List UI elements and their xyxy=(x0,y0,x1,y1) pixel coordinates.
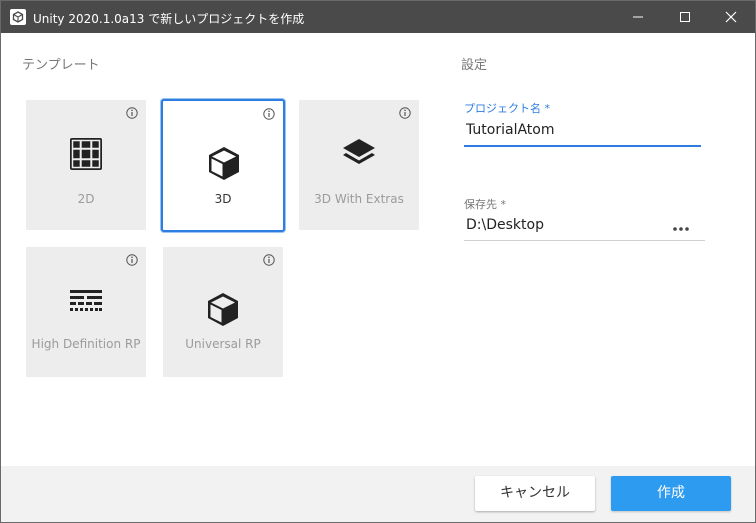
template-label: High Definition RP xyxy=(31,337,141,351)
template-label: 3D With Extras xyxy=(314,192,404,206)
layers-icon xyxy=(343,139,375,164)
create-button[interactable]: 作成 xyxy=(611,476,731,511)
location-label: 保存先 * xyxy=(464,198,506,211)
minimize-button[interactable] xyxy=(615,1,661,33)
template-label: Universal RP xyxy=(185,337,261,351)
location-value: D:\Desktop xyxy=(466,217,544,233)
grid-icon xyxy=(70,138,102,170)
settings-heading: 設定 xyxy=(461,58,488,73)
info-icon[interactable] xyxy=(126,254,138,266)
close-button[interactable] xyxy=(708,1,754,33)
create-project-window: Unity 2020.1.0a13 で新しいプロジェクトを作成 テンプレート 設… xyxy=(0,0,756,523)
cube-icon xyxy=(208,293,238,326)
template-card-3d-with-extras[interactable]: 3D With Extras xyxy=(299,100,419,230)
templates-heading: テンプレート xyxy=(22,58,100,73)
maximize-icon xyxy=(680,12,690,22)
project-name-label: プロジェクト名 * xyxy=(464,102,550,115)
template-card-3d[interactable]: 3D xyxy=(161,99,285,232)
hdrp-lines-icon xyxy=(70,290,102,311)
project-name-input[interactable]: TutorialAtom xyxy=(464,122,701,147)
info-icon[interactable] xyxy=(263,108,275,120)
title-bar[interactable]: Unity 2020.1.0a13 で新しいプロジェクトを作成 xyxy=(1,1,755,33)
minimize-icon xyxy=(633,16,643,18)
window-title: Unity 2020.1.0a13 で新しいプロジェクトを作成 xyxy=(33,12,305,26)
ellipsis-icon[interactable] xyxy=(669,223,693,235)
close-icon xyxy=(725,11,737,23)
template-card-2d[interactable]: 2D xyxy=(26,100,146,230)
cube-icon xyxy=(209,147,239,180)
maximize-button[interactable] xyxy=(662,1,708,33)
info-icon[interactable] xyxy=(126,107,138,119)
template-label: 3D xyxy=(214,192,232,206)
template-card-high-definition-rp[interactable]: High Definition RP xyxy=(26,247,146,377)
template-card-universal-rp[interactable]: Universal RP xyxy=(163,247,283,377)
info-icon[interactable] xyxy=(399,107,411,119)
template-label: 2D xyxy=(77,192,95,206)
unity-logo-icon xyxy=(10,9,26,25)
info-icon[interactable] xyxy=(263,254,275,266)
project-name-value: TutorialAtom xyxy=(466,122,555,138)
cancel-button[interactable]: キャンセル xyxy=(475,476,595,511)
